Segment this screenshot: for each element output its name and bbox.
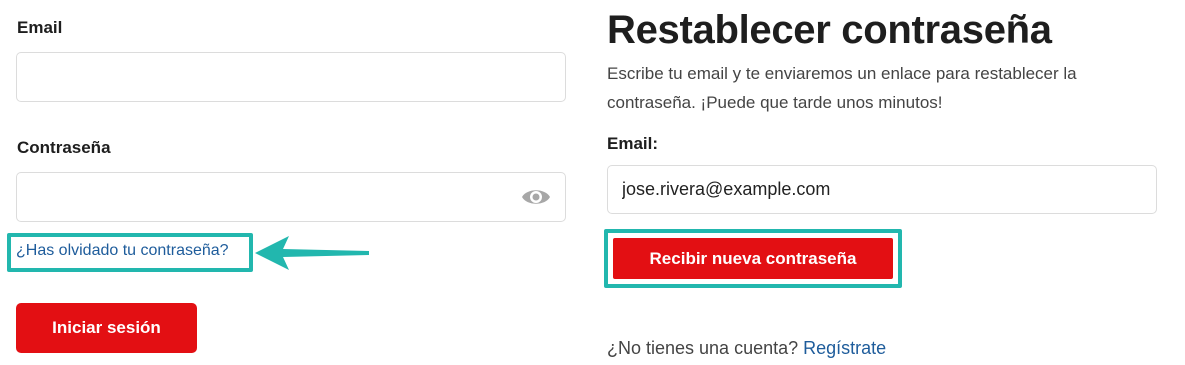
password-input[interactable]	[17, 173, 565, 221]
signup-prompt: ¿No tienes una cuenta?	[607, 338, 799, 358]
password-field[interactable]	[16, 172, 566, 222]
email-input[interactable]	[17, 53, 565, 101]
password-label: Contraseña	[17, 138, 111, 157]
page-title: Restablecer contraseña	[607, 8, 1052, 52]
eye-icon[interactable]	[521, 186, 551, 208]
email-field[interactable]	[16, 52, 566, 102]
arrow-left-icon	[255, 236, 371, 270]
reset-description: Escribe tu email y te enviaremos un enla…	[607, 64, 1077, 112]
reset-email-label: Email:	[607, 134, 659, 153]
forgot-password-link[interactable]: ¿Has olvidado tu contraseña?	[16, 242, 229, 260]
reset-email-input[interactable]	[608, 166, 1156, 213]
login-button[interactable]: Iniciar sesión	[16, 303, 197, 353]
reset-email-field[interactable]	[607, 165, 1157, 214]
signup-link[interactable]: Regístrate	[803, 338, 886, 358]
submit-reset-button[interactable]: Recibir nueva contraseña	[613, 238, 893, 279]
email-label: Email	[17, 18, 63, 37]
signup-row: ¿No tienes una cuenta? Regístrate	[607, 338, 886, 359]
